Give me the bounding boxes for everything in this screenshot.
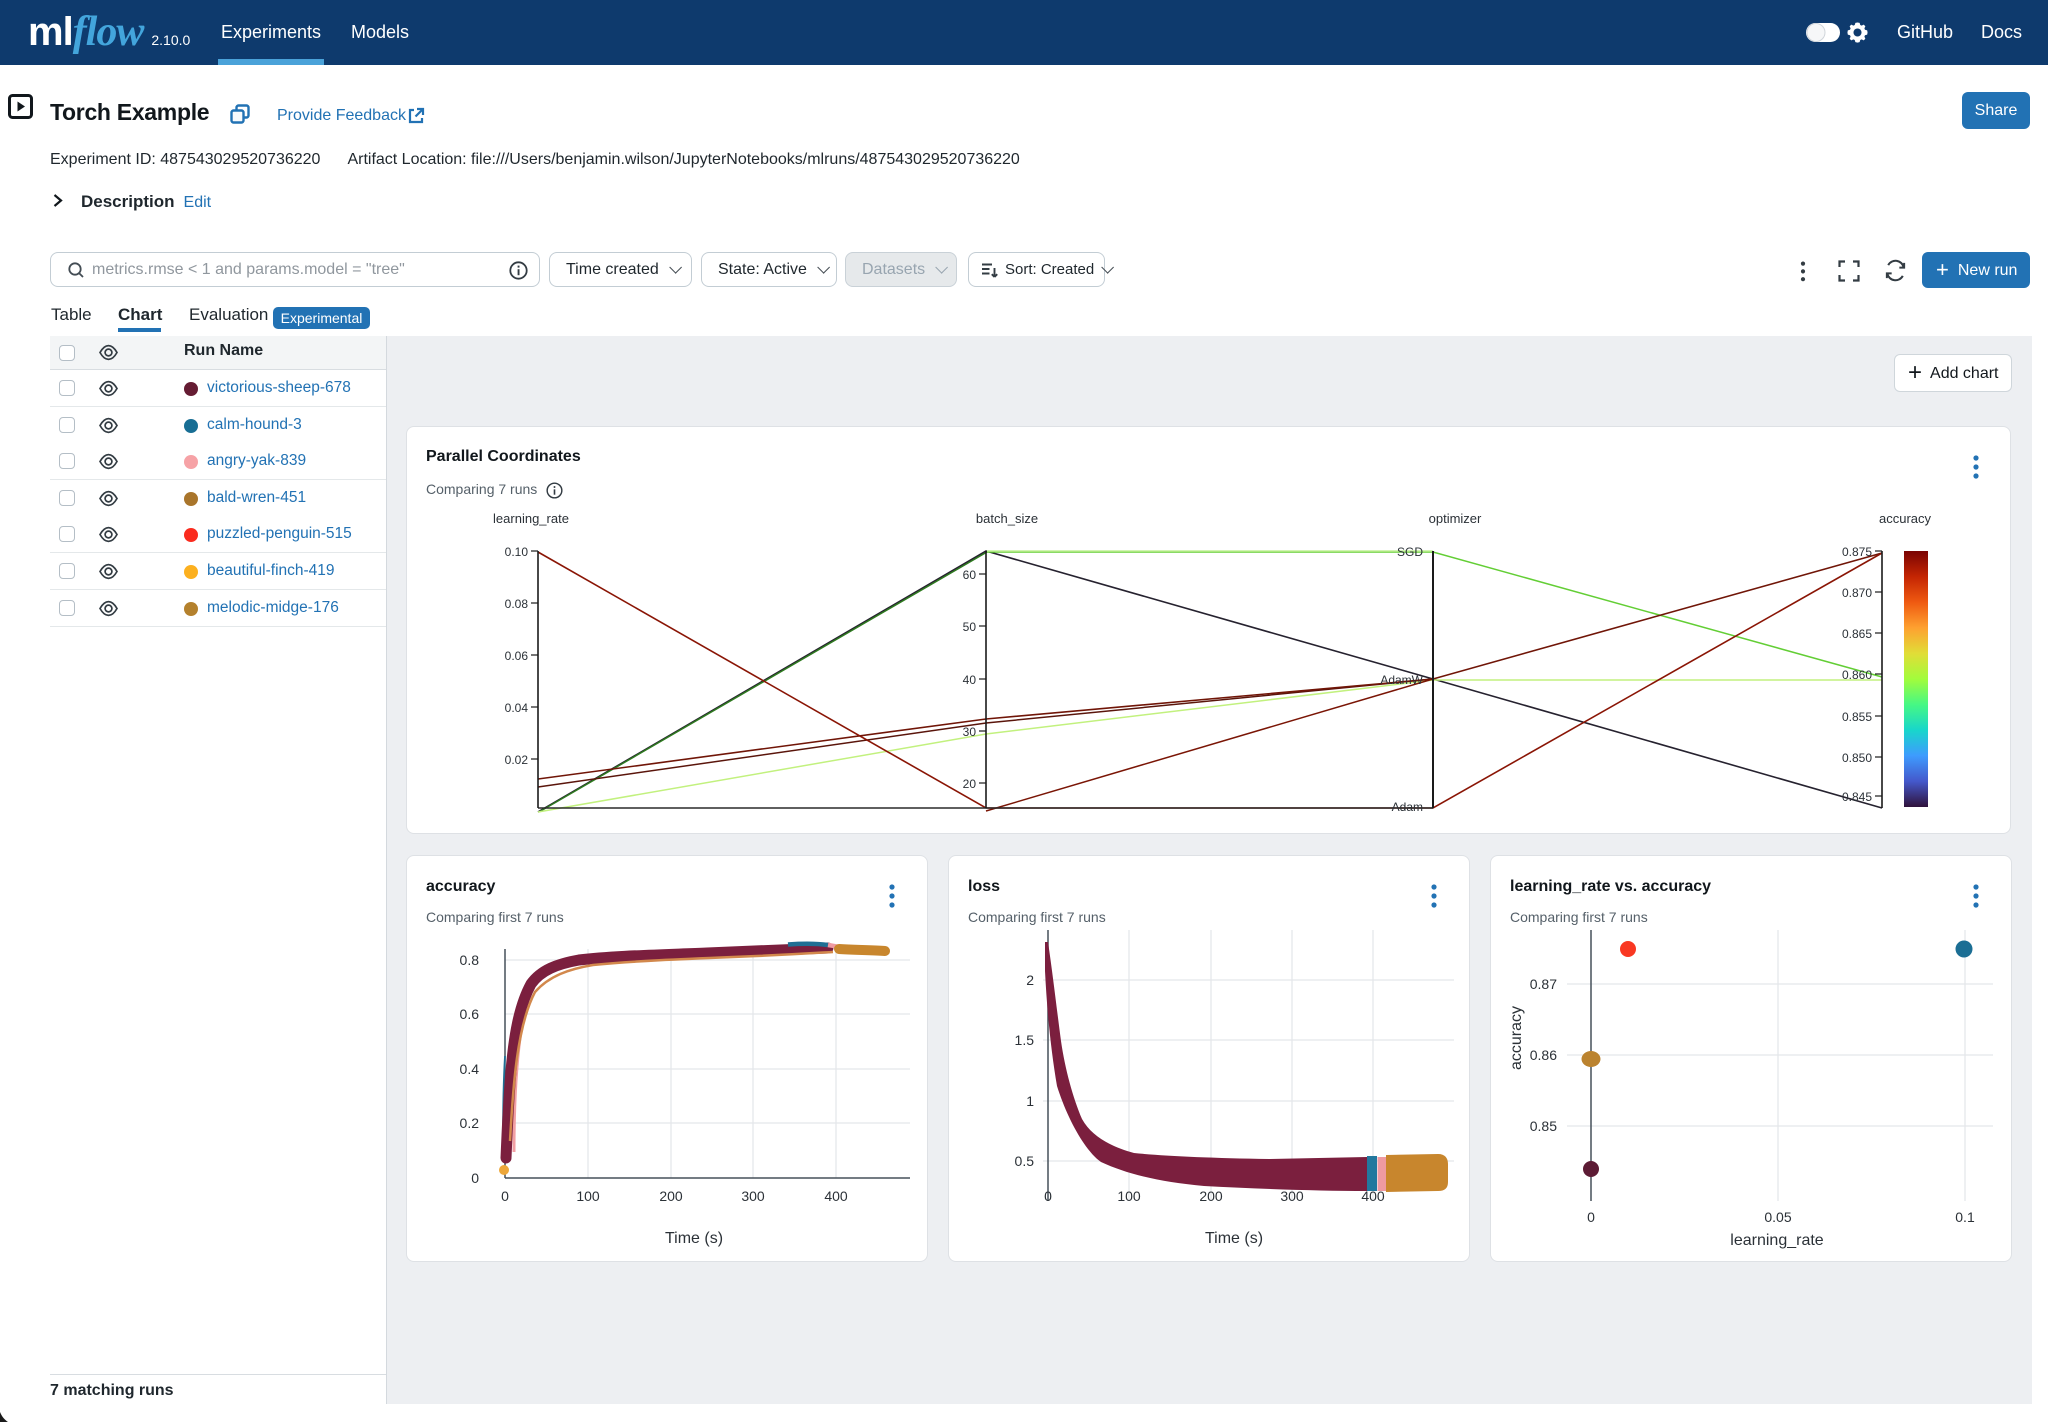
svg-text:0.85: 0.85 (1530, 1118, 1557, 1134)
svg-text:0.845: 0.845 (1842, 790, 1872, 804)
svg-text:accuracy: accuracy (1508, 1006, 1525, 1070)
svg-text:0.875: 0.875 (1842, 545, 1872, 559)
svg-text:100: 100 (576, 1188, 600, 1204)
svg-text:0.8: 0.8 (460, 952, 480, 968)
svg-text:1.5: 1.5 (1015, 1032, 1035, 1048)
svg-text:Adam: Adam (1392, 800, 1423, 814)
svg-text:0.6: 0.6 (460, 1006, 480, 1022)
svg-text:0.870: 0.870 (1842, 586, 1872, 600)
svg-text:100: 100 (1117, 1188, 1141, 1204)
svg-text:AdamW: AdamW (1380, 673, 1423, 687)
svg-text:0.860: 0.860 (1842, 668, 1872, 682)
svg-text:200: 200 (1199, 1188, 1223, 1204)
svg-text:400: 400 (824, 1188, 848, 1204)
svg-text:0.02: 0.02 (505, 753, 529, 767)
svg-text:60: 60 (963, 568, 977, 582)
svg-text:0.1: 0.1 (1955, 1209, 1975, 1225)
svg-text:0.05: 0.05 (1764, 1209, 1791, 1225)
svg-text:0.855: 0.855 (1842, 710, 1872, 724)
svg-text:300: 300 (741, 1188, 765, 1204)
svg-text:0.87: 0.87 (1530, 976, 1557, 992)
svg-text:0.865: 0.865 (1842, 627, 1872, 641)
svg-text:0.5: 0.5 (1015, 1153, 1035, 1169)
svg-text:Time (s): Time (s) (1205, 1230, 1263, 1247)
svg-text:400: 400 (1361, 1188, 1385, 1204)
svg-text:0.86: 0.86 (1530, 1047, 1557, 1063)
svg-text:0: 0 (501, 1188, 509, 1204)
svg-text:SGD: SGD (1397, 545, 1423, 559)
svg-text:0.2: 0.2 (460, 1115, 480, 1131)
svg-text:0.08: 0.08 (505, 597, 529, 611)
svg-text:0: 0 (471, 1170, 479, 1186)
svg-text:0.10: 0.10 (505, 545, 529, 559)
svg-text:0.04: 0.04 (505, 701, 529, 715)
svg-text:Time (s): Time (s) (665, 1230, 723, 1247)
svg-text:0: 0 (1587, 1209, 1595, 1225)
svg-text:learning_rate: learning_rate (1730, 1232, 1824, 1249)
svg-text:optimizer: optimizer (1429, 511, 1482, 526)
svg-text:50: 50 (963, 620, 977, 634)
svg-text:30: 30 (963, 725, 977, 739)
svg-text:0: 0 (1044, 1188, 1052, 1204)
svg-text:1: 1 (1026, 1093, 1034, 1109)
svg-text:20: 20 (963, 777, 977, 791)
svg-text:40: 40 (963, 673, 977, 687)
svg-text:300: 300 (1280, 1188, 1304, 1204)
svg-text:200: 200 (659, 1188, 683, 1204)
svg-text:batch_size: batch_size (976, 511, 1038, 526)
svg-text:0.850: 0.850 (1842, 751, 1872, 765)
svg-text:0.4: 0.4 (460, 1061, 480, 1077)
svg-text:learning_rate: learning_rate (493, 511, 569, 526)
svg-text:0.06: 0.06 (505, 649, 529, 663)
svg-text:accuracy: accuracy (1879, 511, 1932, 526)
svg-text:2: 2 (1026, 972, 1034, 988)
